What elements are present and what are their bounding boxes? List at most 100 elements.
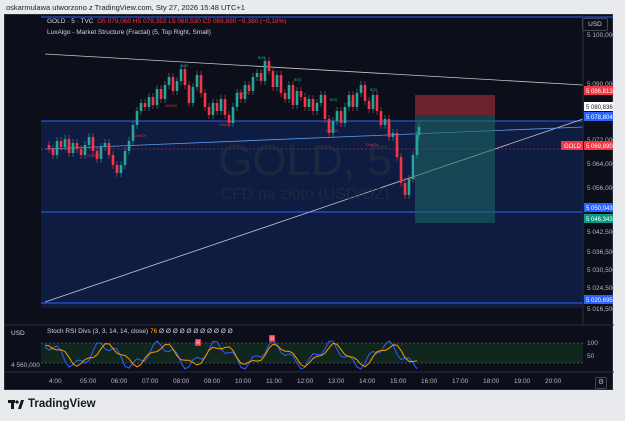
time-tick-label: 07:00: [142, 378, 159, 385]
price-tick-label: 5 056,000: [587, 185, 614, 192]
time-tick-label: 17:00: [452, 378, 469, 385]
stop-zone: [415, 95, 495, 115]
structure-label: BOS: [181, 64, 189, 68]
candle-body: [83, 145, 87, 155]
structure-label: CHoCH: [134, 134, 147, 138]
price-axis[interactable]: 5 100,0005 090,0005 072,0005 064,0005 05…: [587, 32, 614, 313]
time-tick-label: 13:00: [328, 378, 345, 385]
price-badge-label: 5 086,813: [586, 89, 613, 95]
candle-body: [267, 61, 271, 71]
stoch-name[interactable]: Stoch RSI Divs (3, 3, 14, 14, close): [47, 328, 148, 335]
time-tick-label: 08:00: [173, 378, 190, 385]
candle-body: [91, 137, 95, 151]
price-badge-label: 5 078,804: [586, 115, 613, 121]
structure-label: CHoCH: [404, 177, 417, 181]
candle-body: [299, 91, 303, 97]
candle-body: [99, 147, 103, 159]
candle-body: [391, 133, 395, 137]
currency-button[interactable]: USD: [582, 18, 608, 31]
candle-body: [103, 143, 107, 147]
candle-body: [183, 69, 187, 85]
candle-body: [271, 71, 275, 87]
divergence-marker-label: R: [196, 341, 200, 347]
time-tick-label: 4:00: [49, 378, 62, 385]
time-tick-label: 19:00: [514, 378, 531, 385]
stoch-header[interactable]: Stoch RSI Divs (3, 3, 14, 14, close) 76 …: [47, 328, 233, 335]
price-tick-label: 5 100,000: [587, 32, 614, 39]
candle-body: [383, 119, 387, 125]
candle-body: [417, 127, 421, 135]
time-tick-label: 10:00: [235, 378, 252, 385]
candle-body: [175, 81, 179, 91]
candle-body: [171, 77, 175, 91]
structure-label: BOS: [347, 102, 355, 106]
candle-body: [399, 157, 403, 183]
time-tick-label: 18:00: [483, 378, 500, 385]
candle-body: [163, 85, 167, 99]
candle-body: [211, 103, 215, 115]
trendline-upper: [44, 53, 584, 86]
candle-body: [119, 165, 123, 173]
candle-body: [115, 165, 119, 173]
structure-label: BOS: [294, 78, 302, 82]
candle-body: [379, 111, 383, 125]
price-badge-label: 5 020,695: [586, 298, 613, 304]
candle-body: [231, 107, 235, 123]
candle-body: [279, 75, 283, 93]
price-badge-label: 5 069,890: [586, 144, 613, 150]
candle-body: [75, 143, 79, 149]
candle-body: [71, 143, 75, 153]
structure-label: CHoCH: [165, 104, 178, 108]
chart-settings-icon[interactable]: ⚙: [595, 377, 607, 389]
time-axis[interactable]: 4:00 05:00 06:00 07:00 08:00 09:00 10:00 11:00 1…: [49, 378, 562, 385]
chart-container[interactable]: GOLD, 5 CFD na złoto (USD/OZ) BOS CHoCH BO…: [4, 14, 614, 390]
candle-body: [263, 61, 267, 81]
stoch-currency-label[interactable]: USD: [9, 328, 31, 339]
structure-label: CHoCH: [219, 123, 232, 127]
symbol-tag-label: GOLD: [564, 144, 582, 150]
symbol-header: GOLD · 5 · TVC O5 079,060 H5 079,353 L5 …: [47, 18, 287, 25]
candle-body: [131, 125, 135, 141]
time-tick-label: 05:00: [80, 378, 97, 385]
candle-body: [147, 97, 151, 107]
candle-body: [127, 141, 131, 151]
price-tick-label: 5 024,500: [587, 285, 614, 292]
structure-label: CHoCH: [87, 154, 100, 158]
candle-body: [371, 95, 375, 109]
candle-body: [219, 99, 223, 111]
candle-body: [319, 95, 323, 103]
target-zone: [415, 115, 495, 223]
tradingview-logo-icon: [8, 400, 24, 409]
structure-label: CHoCH: [326, 129, 339, 133]
divergence-marker-label: R: [270, 337, 274, 343]
structure-label: BOS: [330, 98, 338, 102]
time-tick-label: 15:00: [390, 378, 407, 385]
candle-body: [227, 115, 231, 123]
indicator-label[interactable]: LuxAlgo - Market Structure (Fractal) (5,…: [47, 29, 211, 36]
stoch-value-k: 76: [149, 328, 158, 335]
candle-body: [367, 101, 371, 109]
candle-body: [167, 77, 171, 85]
candle-body: [55, 141, 59, 155]
ohlc-change: −9,380 (−0,18%): [238, 18, 287, 25]
candle-body: [223, 99, 227, 115]
ohlc-high: H5 079,353: [132, 18, 167, 25]
candle-body: [339, 111, 343, 123]
structure-label: BOS: [258, 56, 266, 60]
candle-body: [395, 133, 399, 157]
candle-body: [375, 95, 379, 111]
candle-body: [235, 93, 239, 107]
price-tick-label: 5 036,500: [587, 249, 614, 256]
candle-body: [63, 139, 67, 147]
volume-label: 4 560,000: [11, 362, 40, 369]
candle-body: [79, 149, 83, 155]
brand-logo: TradingView: [8, 398, 96, 410]
symbol-name[interactable]: GOLD · 5 · TVC: [47, 18, 93, 25]
candle-body: [155, 89, 159, 105]
time-tick-label: 14:00: [359, 378, 376, 385]
candle-body: [291, 85, 295, 105]
candle-body: [295, 91, 299, 105]
watermark-description: CFD na złoto (USD/OZ): [221, 186, 390, 203]
candle-body: [111, 155, 115, 165]
candle-body: [151, 97, 155, 105]
